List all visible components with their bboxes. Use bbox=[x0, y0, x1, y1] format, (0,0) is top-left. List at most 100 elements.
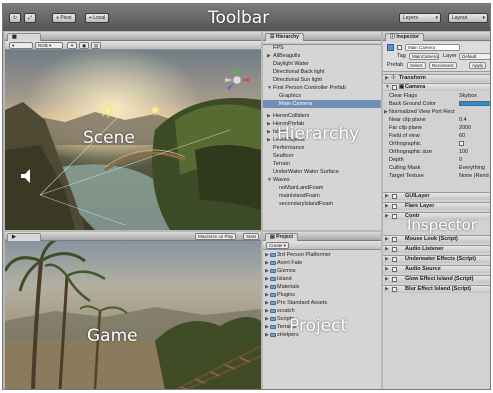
scale-tool-button[interactable]: ⤢ bbox=[24, 13, 36, 23]
hierarchy-item[interactable]: Graphics bbox=[263, 92, 381, 100]
prop-value[interactable]: 100 bbox=[459, 148, 468, 156]
project-folder[interactable]: ▶ zHelpers bbox=[263, 331, 381, 339]
expand-triangle-icon[interactable]: ▶ bbox=[385, 266, 389, 273]
component-enabled-checkbox[interactable] bbox=[392, 247, 397, 252]
project-folder[interactable]: ▶ Island bbox=[263, 275, 381, 283]
blur-effect-component-header[interactable]: ▶ Blur Effect Island (Script) bbox=[383, 285, 490, 293]
expand-triangle-icon[interactable]: ▶ bbox=[267, 136, 271, 144]
tab-project[interactable]: ▤ Project bbox=[265, 233, 299, 241]
expand-triangle-icon[interactable]: ▼ bbox=[267, 84, 272, 92]
hierarchy-item[interactable]: Performance bbox=[263, 144, 381, 152]
maximize-on-play-toggle[interactable]: Maximize on Play bbox=[195, 233, 237, 240]
audio-source-component-header[interactable]: ▶ Audio Source bbox=[383, 265, 490, 273]
hierarchy-item[interactable]: ▶ AllBeagulls bbox=[263, 52, 381, 60]
hierarchy-item[interactable]: secondaryIslandFoam bbox=[263, 200, 381, 208]
expand-triangle-icon[interactable]: ▶ bbox=[267, 120, 271, 128]
layout-dropdown[interactable]: Layout ▾ bbox=[448, 13, 488, 23]
expand-triangle-icon[interactable]: ▶ bbox=[265, 307, 269, 315]
scene-gizmo-toggle[interactable]: ▣ bbox=[79, 42, 89, 49]
prefab-apply-button[interactable]: Apply bbox=[469, 62, 487, 69]
transform-component-header[interactable]: ▶ ☩ Transform bbox=[383, 74, 490, 82]
expand-triangle-icon[interactable]: ▶ bbox=[385, 213, 389, 220]
hierarchy-item[interactable]: Daylight Water bbox=[263, 60, 381, 68]
object-active-checkbox[interactable] bbox=[397, 45, 402, 50]
component-enabled-checkbox[interactable] bbox=[392, 214, 397, 219]
game-viewport[interactable]: Game bbox=[5, 241, 261, 389]
prefab-reconnect-button[interactable]: Reconnect bbox=[429, 62, 457, 69]
hierarchy-item[interactable]: Terrain bbox=[263, 160, 381, 168]
expand-triangle-icon[interactable]: ▶ bbox=[385, 276, 389, 283]
hierarchy-item[interactable]: ▶ HeronColliders bbox=[263, 112, 381, 120]
hierarchy-item[interactable]: noMainLandFoam bbox=[263, 184, 381, 192]
expand-triangle-icon[interactable]: ▶ bbox=[385, 236, 389, 243]
component-enabled-checkbox[interactable] bbox=[392, 257, 397, 262]
scene-audio-toggle[interactable]: ▤ bbox=[91, 42, 101, 49]
hierarchy-item[interactable]: FPS bbox=[263, 44, 381, 52]
collapse-triangle-icon[interactable]: ▶ bbox=[385, 75, 389, 82]
object-name-field[interactable]: Main Camera bbox=[405, 44, 460, 51]
prop-value[interactable]: None (Rend bbox=[459, 172, 489, 180]
expand-triangle-icon[interactable]: ▶ bbox=[385, 246, 389, 253]
hierarchy-item-selected[interactable]: Main Camera bbox=[263, 100, 381, 108]
expand-triangle-icon[interactable]: ▶ bbox=[267, 128, 271, 136]
expand-triangle-icon[interactable]: ▶ bbox=[385, 203, 389, 210]
expand-triangle-icon[interactable]: ▶ bbox=[385, 256, 389, 263]
component-enabled-checkbox[interactable] bbox=[392, 204, 397, 209]
expand-triangle-icon[interactable]: ▶ bbox=[265, 331, 269, 339]
background-color-swatch[interactable] bbox=[459, 101, 490, 106]
hierarchy-item[interactable]: Directional Back light bbox=[263, 68, 381, 76]
guilayer-component-header[interactable]: ▶ GUILayer bbox=[383, 192, 490, 200]
tab-hierarchy[interactable]: ☰ Hierarchy bbox=[265, 33, 304, 41]
prop-value[interactable]: 60 bbox=[459, 132, 465, 140]
prop-value[interactable]: 2000 bbox=[459, 124, 471, 132]
hierarchy-item[interactable]: Directional Sun light bbox=[263, 76, 381, 84]
component-enabled-checkbox[interactable] bbox=[392, 287, 397, 292]
expand-triangle-icon[interactable]: ▶ bbox=[267, 112, 271, 120]
prop-value[interactable]: Skybox bbox=[459, 92, 477, 100]
pivot-toggle-button[interactable]: ● Pivot bbox=[52, 13, 76, 23]
project-folder[interactable]: ▶ scratch bbox=[263, 307, 381, 315]
expand-triangle-icon[interactable]: ▶ bbox=[265, 259, 269, 267]
expand-triangle-icon[interactable]: ▶ bbox=[265, 275, 269, 283]
hierarchy-item[interactable]: ▼ Waves bbox=[263, 176, 381, 184]
expand-triangle-icon[interactable]: ▼ bbox=[267, 176, 272, 184]
component-enabled-checkbox[interactable] bbox=[392, 194, 397, 199]
hierarchy-item[interactable]: mainIslandFoam bbox=[263, 192, 381, 200]
underwater-effects-component-header[interactable]: ▶ Underwater Effects (Script) bbox=[383, 255, 490, 263]
component-enabled-checkbox[interactable] bbox=[392, 267, 397, 272]
rotate-tool-button[interactable]: ↻ bbox=[9, 13, 21, 23]
expand-triangle-icon[interactable]: ▶ bbox=[265, 315, 269, 323]
orthographic-checkbox[interactable] bbox=[459, 141, 464, 146]
scene-draw-mode-dropdown[interactable]: ▾ bbox=[9, 42, 33, 49]
project-folder[interactable]: ▶ Materials bbox=[263, 283, 381, 291]
hierarchy-item[interactable]: ▶ Island bbox=[263, 128, 381, 136]
stats-toggle[interactable]: Stats bbox=[243, 233, 260, 240]
hierarchy-item[interactable]: ▶ LevelObjects bbox=[263, 136, 381, 144]
mouse-look-component-header[interactable]: ▶ Mouse Look (Script) bbox=[383, 235, 490, 243]
prop-value[interactable]: 0 bbox=[459, 156, 462, 164]
project-folder[interactable]: ▶ Gizmos bbox=[263, 267, 381, 275]
prop-value[interactable]: Everything bbox=[459, 164, 485, 172]
layers-dropdown[interactable]: Layers ▾ bbox=[399, 13, 441, 23]
expand-triangle-icon[interactable]: ▶ bbox=[267, 52, 271, 60]
tag-dropdown[interactable]: MainCamera bbox=[409, 53, 439, 60]
expand-triangle-icon[interactable]: ▶ bbox=[265, 291, 269, 299]
expand-triangle-icon[interactable]: ▶ bbox=[385, 286, 389, 293]
project-folder[interactable]: ▶ Avert Fate bbox=[263, 259, 381, 267]
expand-triangle-icon[interactable]: ▶ bbox=[265, 323, 269, 331]
collapse-triangle-icon[interactable]: ▼ bbox=[385, 84, 390, 91]
expand-triangle-icon[interactable]: ▶ bbox=[384, 108, 388, 116]
camera-component-header[interactable]: ▼ ▣ Camera bbox=[383, 83, 490, 91]
hierarchy-item[interactable]: UnderWater Water Surface bbox=[263, 168, 381, 176]
expand-triangle-icon[interactable]: ▶ bbox=[385, 193, 389, 200]
audio-listener-component-header[interactable]: ▶ Audio Listener bbox=[383, 245, 490, 253]
component-enabled-checkbox[interactable] bbox=[392, 237, 397, 242]
layer-dropdown[interactable]: Default bbox=[459, 53, 490, 60]
flare-layer-component-header[interactable]: ▶ Flare Layer bbox=[383, 202, 490, 210]
create-dropdown[interactable]: Create ▾ bbox=[266, 242, 290, 249]
camera-enabled-checkbox[interactable] bbox=[392, 85, 397, 90]
prop-value[interactable]: 0.4 bbox=[459, 116, 467, 124]
expand-triangle-icon[interactable]: ▶ bbox=[265, 283, 269, 291]
component-enabled-checkbox[interactable] bbox=[392, 277, 397, 282]
glow-effect-component-header[interactable]: ▶ Glow Effect Island (Script) bbox=[383, 275, 490, 283]
